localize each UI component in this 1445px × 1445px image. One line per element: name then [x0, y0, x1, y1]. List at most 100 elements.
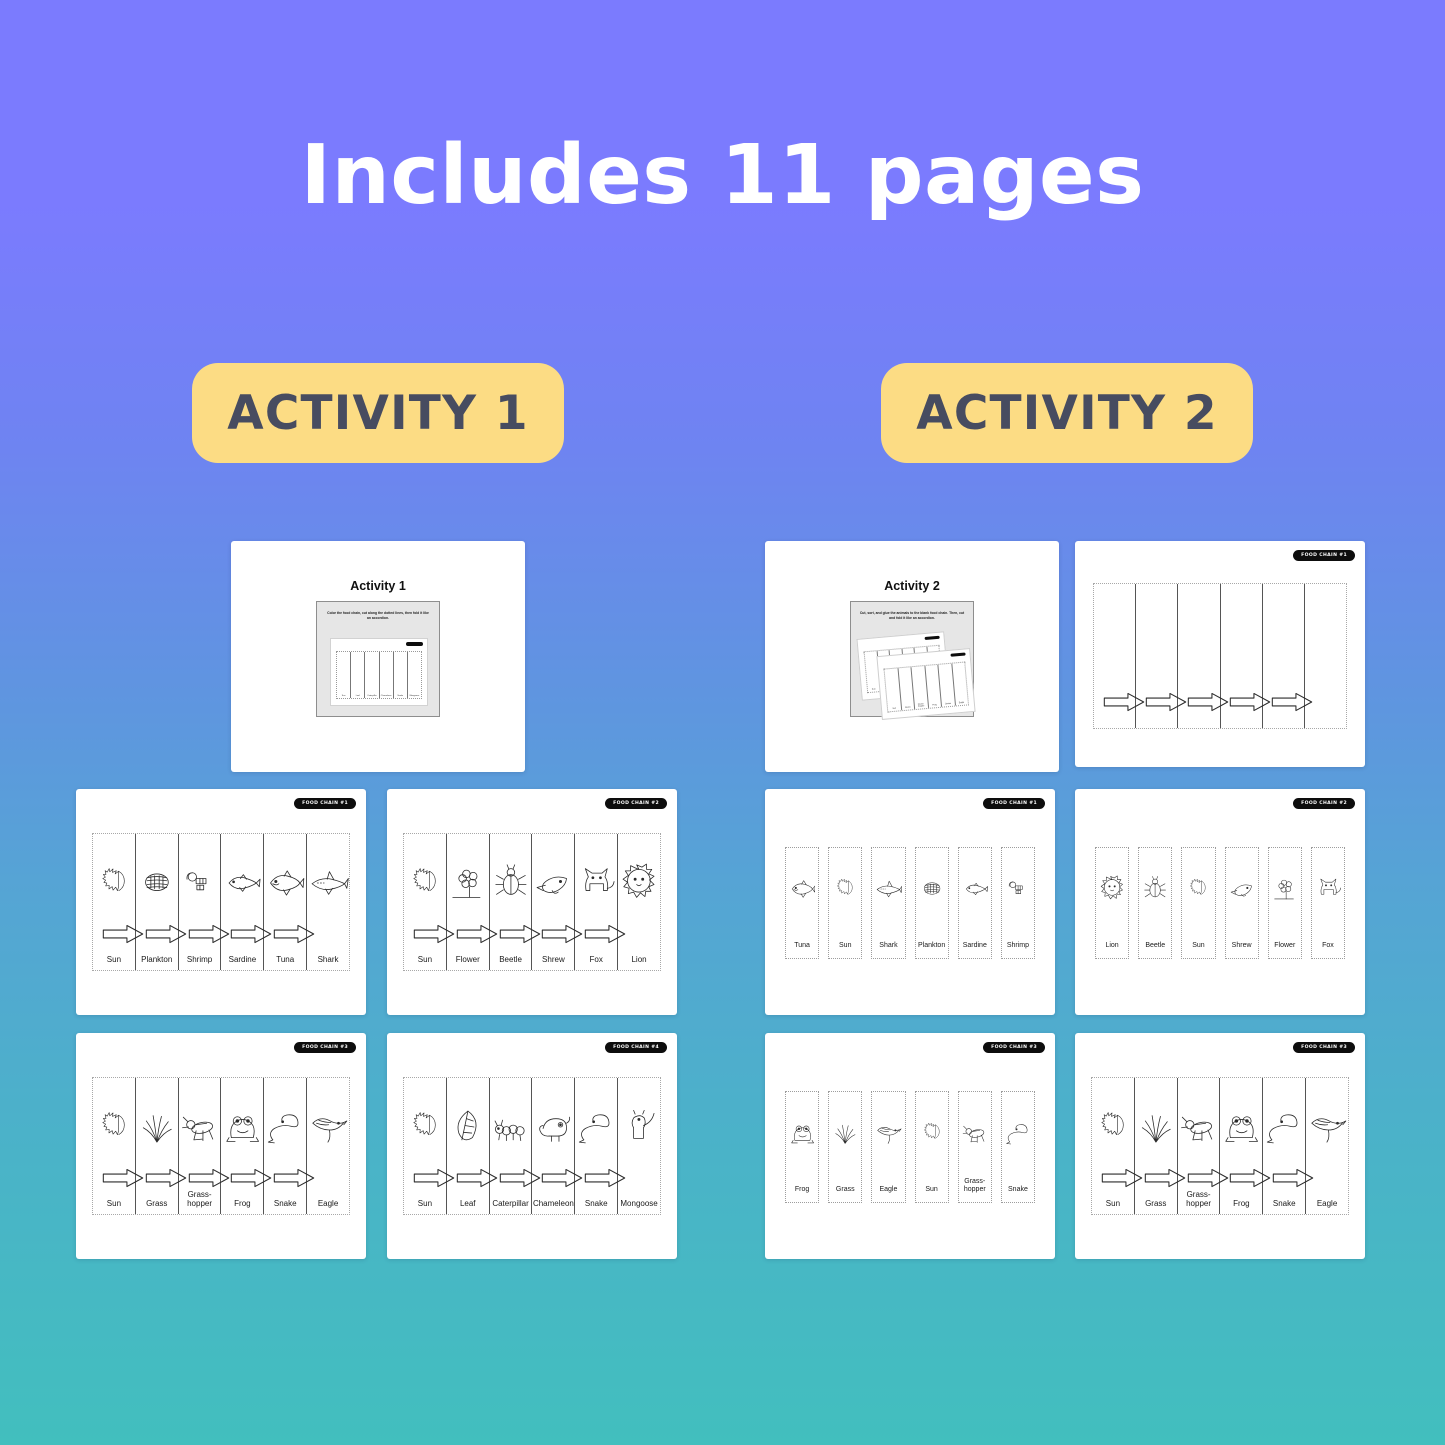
mini-label: Frog: [932, 704, 937, 707]
food-chain-badge: FOOD CHAIN #3: [983, 1042, 1045, 1053]
food-chain-label: Frog: [1233, 1198, 1250, 1208]
cutout-row: Tuna Sun Shark Plankton Sardine Shrimp: [785, 847, 1036, 959]
cutout-cell[interactable]: Sun: [914, 1091, 949, 1203]
food-chain-label: Snake: [273, 1198, 297, 1208]
frog-icon: [223, 1084, 261, 1170]
cutout-label: Snake: [1008, 1185, 1028, 1193]
cutout-row: Lion Beetle Sun Shrew Flower Fox: [1095, 847, 1346, 959]
blank-food-chain-strip: [1093, 583, 1347, 729]
worksheet-card[interactable]: FOOD CHAIN #4 Sun Leaf Caterpillar Chameleo…: [387, 1033, 677, 1259]
mini-label: Sun: [892, 707, 897, 711]
food-chain-label: Fox: [589, 954, 603, 964]
food-chain-panel: Leaf: [447, 1078, 497, 1214]
cutout-cell[interactable]: Eagle: [871, 1091, 906, 1203]
mini-label: Mongoose: [409, 695, 420, 697]
food-chain-panel: Frog: [1220, 1078, 1271, 1214]
shark-icon: [875, 855, 903, 923]
food-chain-label: Grass-hopper: [1186, 1190, 1212, 1208]
food-chain-label: Caterpillar: [492, 1198, 529, 1208]
cutout-cell[interactable]: Plankton: [914, 847, 949, 959]
mini-label: Eagle: [958, 701, 965, 705]
food-chain-panel: Sun: [93, 834, 144, 970]
mini-panel: Snake: [394, 652, 408, 698]
cutout-cell[interactable]: Snake: [1000, 1091, 1036, 1203]
cutout-cell[interactable]: Grass: [828, 1091, 863, 1203]
food-chain-label: Chameleon: [532, 1198, 574, 1208]
food-chain-label: Frog: [234, 1198, 251, 1208]
cover-title: Activity 1: [350, 579, 406, 593]
worksheet-card[interactable]: FOOD CHAIN #1 Sun Plankton Shrimp Sardine Tu…: [76, 789, 366, 1015]
food-chain-badge: FOOD CHAIN #4: [605, 1042, 667, 1053]
cutout-cell[interactable]: Shrimp: [1000, 847, 1036, 959]
cutout-label: Sun: [839, 941, 852, 949]
activity-2-cover-card[interactable]: Activity 2 Cut, sort, and glue the anima…: [765, 541, 1059, 772]
mini-label: Sun: [341, 695, 346, 697]
blank-food-chain-card[interactable]: FOOD CHAIN #1: [1075, 541, 1365, 767]
worksheet-card[interactable]: FOOD CHAIN #3 Sun Grass Grass-hopper Frog Sn…: [76, 1033, 366, 1259]
worksheet-card[interactable]: FOOD CHAIN #3 Sun Grass Grass-hopper Frog Sn…: [1075, 1033, 1365, 1259]
mini-panel: Chameleon: [380, 652, 394, 698]
cutout-label: Beetle: [1145, 941, 1166, 949]
snake-icon: [266, 1084, 304, 1170]
cutout-cell[interactable]: Fox: [1310, 847, 1346, 959]
food-chain-badge: FOOD CHAIN #2: [1293, 798, 1355, 809]
cutout-cell[interactable]: Beetle: [1138, 847, 1173, 959]
fox-icon: [1315, 855, 1341, 923]
cover-title: Activity 2: [884, 579, 940, 593]
cutout-cell[interactable]: Frog: [785, 1091, 820, 1203]
activity-1-cover-card[interactable]: Activity 1 Color the food chain, cut alo…: [231, 541, 525, 772]
chameleon-icon: [534, 1084, 572, 1170]
cutout-card[interactable]: FOOD CHAIN #2 Lion Beetle Sun Shrew Flower Fo…: [1075, 789, 1365, 1015]
cutout-cell[interactable]: Tuna: [785, 847, 820, 959]
tuna-icon: [266, 840, 305, 926]
lion-icon: [1099, 855, 1125, 923]
cutout-card[interactable]: FOOD CHAIN #3 Frog Grass Eagle Sun Grass-hop…: [765, 1033, 1055, 1259]
cutout-cell[interactable]: Lion: [1095, 847, 1130, 959]
shrew-icon: [534, 840, 572, 926]
cutout-cell[interactable]: Flower: [1267, 847, 1302, 959]
mini-label: Grass-hopper: [917, 703, 925, 708]
leaf-icon: [449, 1084, 487, 1170]
snake-icon: [577, 1084, 615, 1170]
cutout-cell[interactable]: Shrew: [1224, 847, 1259, 959]
sun-icon: [1185, 855, 1211, 923]
cutout-cell[interactable]: Sardine: [957, 847, 992, 959]
tuna-icon: [789, 855, 816, 923]
cover-preview: Color the food chain, cut along the dott…: [316, 601, 440, 717]
mini-badge: [924, 635, 940, 640]
cutout-card[interactable]: FOOD CHAIN #1 Tuna Sun Shark Plankton Sardin…: [765, 789, 1055, 1015]
food-chain-panel: Snake: [264, 1078, 315, 1214]
food-chain-label: Shark: [317, 954, 339, 964]
cutout-label: Tuna: [794, 941, 810, 949]
food-chain-strip: Sun Leaf Caterpillar Chameleon Snake Mongoose: [403, 1077, 661, 1215]
food-chain-label: Sun: [106, 954, 122, 964]
blank-panel: [1136, 584, 1186, 728]
sun-icon: [406, 840, 444, 926]
food-chain-panel: Sardine: [221, 834, 272, 970]
cutout-label: Shark: [879, 941, 898, 949]
mini-badge: [406, 642, 423, 646]
blank-panel: [1094, 584, 1144, 728]
activity-2-badge: ACTIVITY 2: [881, 363, 1253, 463]
food-chain-panel: Snake: [1263, 1078, 1314, 1214]
food-chain-panel: Snake: [575, 1078, 626, 1214]
worksheet-card[interactable]: FOOD CHAIN #2 Sun Flower Beetle Shrew Fox Lio…: [387, 789, 677, 1015]
food-chain-label: Sardine: [228, 954, 257, 964]
plankton-icon: [919, 855, 945, 923]
cutout-cell[interactable]: Sun: [1181, 847, 1216, 959]
food-chain-label: Lion: [631, 954, 647, 964]
grass-icon: [138, 1084, 176, 1170]
frog-icon: [789, 1099, 815, 1167]
food-chain-label: Tuna: [276, 954, 295, 964]
food-chain-panel: Grass-hopper: [179, 1078, 229, 1214]
food-chain-panel: Grass: [136, 1078, 186, 1214]
grasshopper-icon: [1180, 1084, 1218, 1170]
activity-1-badge: ACTIVITY 1: [192, 363, 564, 463]
grass-icon: [1137, 1084, 1175, 1170]
cutout-cell[interactable]: Shark: [871, 847, 906, 959]
cutout-cell[interactable]: Sun: [828, 847, 863, 959]
cutout-cell[interactable]: Grass-hopper: [957, 1091, 992, 1203]
shrimp-icon: [181, 840, 219, 926]
mini-label: Snake: [397, 695, 404, 697]
mini-panel: Sun: [337, 652, 352, 698]
